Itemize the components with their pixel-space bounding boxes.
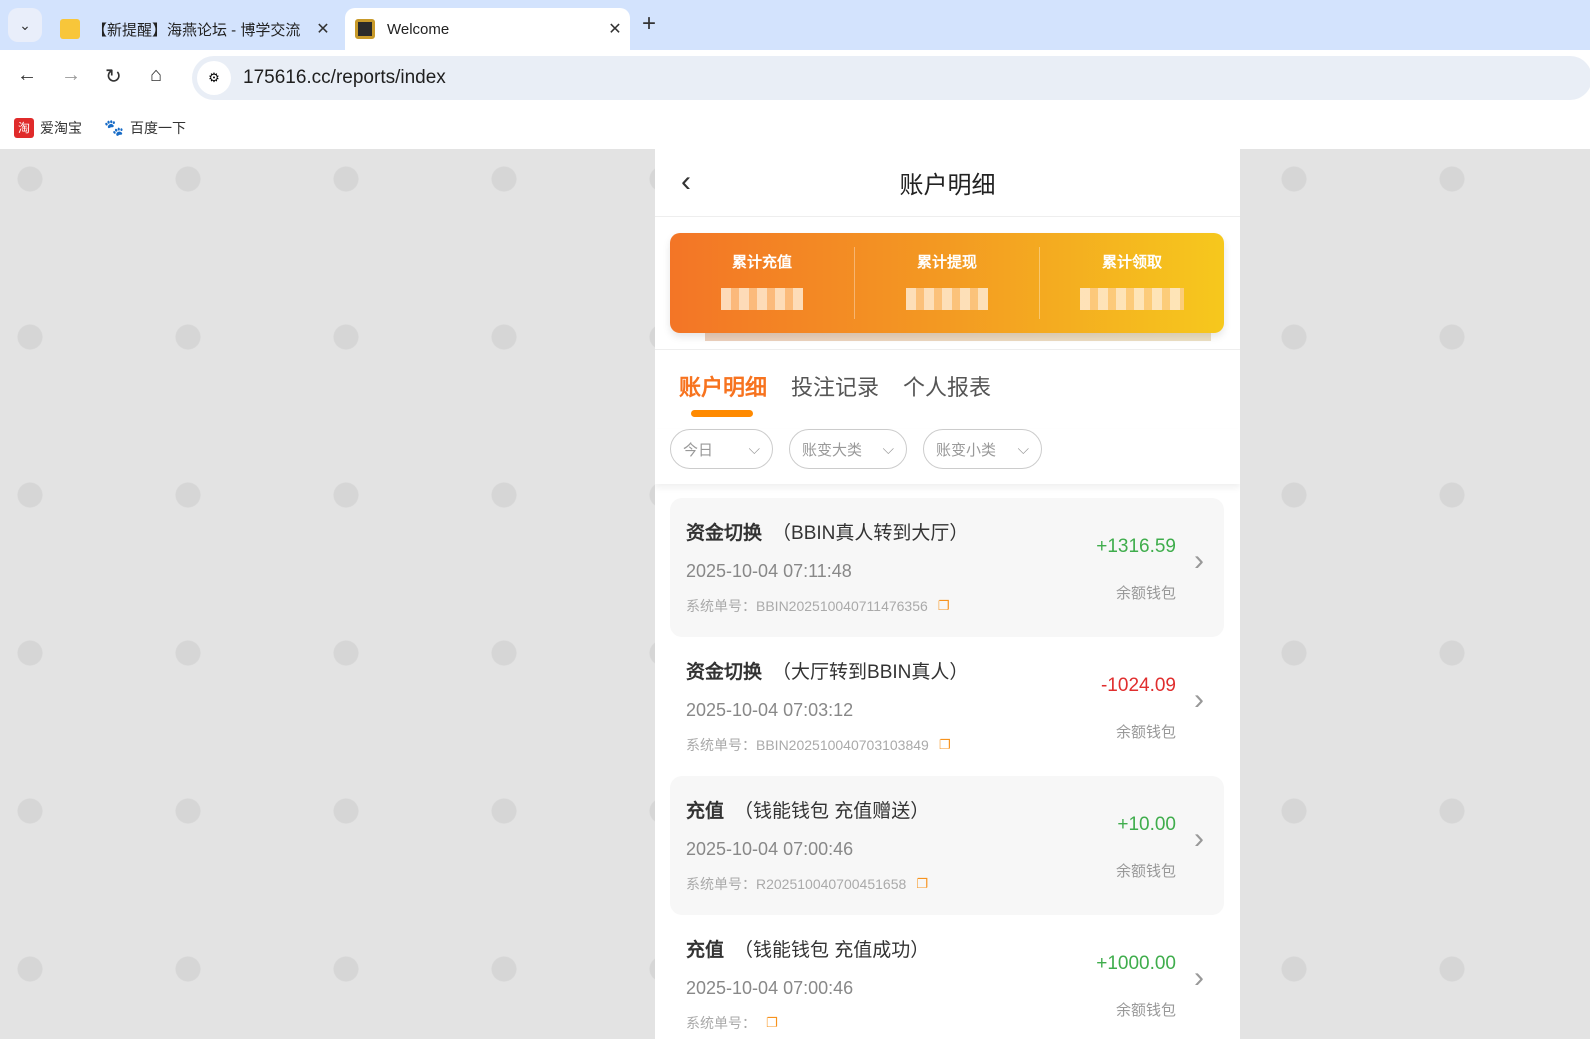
summary-card-shadow xyxy=(705,333,1211,341)
forum-favicon-icon xyxy=(60,19,80,39)
baidu-paw-icon: 🐾 xyxy=(104,119,124,137)
order-number: R202510040700451658 xyxy=(756,876,907,892)
active-tab-indicator xyxy=(691,410,753,417)
chevron-down-icon: ⌵ xyxy=(882,440,894,458)
order-number: BBIN202510040703103849 xyxy=(756,737,929,753)
close-tab-icon[interactable]: ✕ xyxy=(600,19,630,39)
back-chevron-icon[interactable]: ‹ xyxy=(681,165,691,199)
record-amount: +1316.59 xyxy=(1096,536,1176,557)
record-wallet: 余额钱包 xyxy=(1115,724,1176,741)
record-time: 2025-10-04 07:11:48 xyxy=(686,561,852,581)
mobile-app-panel: ‹ 账户明细 累计充值 累计提现 累计领取 账户明细 投注记录 个人报表 今日 ⌵… xyxy=(655,149,1240,1039)
chevron-right-icon: › xyxy=(1194,683,1204,716)
record-type: 资金切换 xyxy=(686,523,763,544)
record-time: 2025-10-04 07:00:46 xyxy=(686,839,854,859)
summary-total-claimed: 累计领取 xyxy=(1040,247,1224,319)
bookmark-label: 百度一下 xyxy=(130,119,186,136)
record-detail: （钱能钱包 充值成功） xyxy=(734,940,930,961)
summary-label: 累计提现 xyxy=(916,254,977,271)
summary-card: 累计充值 累计提现 累计领取 xyxy=(670,233,1224,333)
bookmark-baidu[interactable]: 🐾 百度一下 xyxy=(104,118,186,138)
record-item[interactable]: 充值 （钱能钱包 充值成功） 2025-10-04 07:00:46 系统单号： ❐… xyxy=(670,915,1224,1039)
tab-search-button[interactable]: ⌄ xyxy=(8,8,42,42)
browser-tab-bar: ⌄ 【新提醒】海燕论坛 - 博学交流 ✕ Welcome ✕ + xyxy=(0,0,1590,50)
order-label: 系统单号： xyxy=(686,1015,756,1031)
tab-title: 【新提醒】海燕论坛 - 博学交流 xyxy=(92,21,301,39)
filter-label: 账变小类 xyxy=(936,441,997,459)
address-bar[interactable]: ⚙ 175616.cc/reports/index xyxy=(192,56,1590,100)
chevron-right-icon: › xyxy=(1194,961,1204,994)
order-label: 系统单号： xyxy=(686,876,756,892)
copy-icon[interactable]: ❐ xyxy=(766,1015,778,1031)
blurred-value xyxy=(906,288,988,310)
order-label: 系统单号： xyxy=(686,598,756,614)
tab-personal-report[interactable]: 个人报表 xyxy=(903,370,991,402)
record-type: 资金切换 xyxy=(686,662,763,683)
tab-account-details[interactable]: 账户明细 xyxy=(679,370,767,402)
browser-tab[interactable]: 【新提醒】海燕论坛 - 博学交流 ✕ xyxy=(48,8,338,50)
date-filter-dropdown[interactable]: 今日 ⌵ xyxy=(670,429,773,469)
new-tab-button[interactable]: + xyxy=(642,10,656,38)
tab-bet-records[interactable]: 投注记录 xyxy=(791,370,879,402)
order-number: BBIN202510040711476356 xyxy=(756,598,928,614)
chevron-down-icon: ⌄ xyxy=(19,16,31,33)
record-detail: （大厅转到BBIN真人） xyxy=(772,662,969,683)
browser-toolbar: ← → ↻ ⌂ ⚙ 175616.cc/reports/index xyxy=(0,50,1590,106)
record-time: 2025-10-04 07:03:12 xyxy=(686,700,854,720)
page-header: ‹ 账户明细 xyxy=(655,149,1240,217)
record-type: 充值 xyxy=(686,801,725,822)
chevron-right-icon: › xyxy=(1194,544,1204,577)
record-time: 2025-10-04 07:00:46 xyxy=(686,978,854,998)
page-title: 账户明细 xyxy=(899,172,996,199)
taobao-icon: 淘 xyxy=(14,117,34,138)
subcategory-filter-dropdown[interactable]: 账变小类 ⌵ xyxy=(923,429,1042,469)
record-wallet: 余额钱包 xyxy=(1115,863,1176,880)
forward-arrow-icon[interactable]: → xyxy=(61,64,81,87)
site-settings-icon[interactable]: ⚙ xyxy=(197,61,231,95)
copy-icon[interactable]: ❐ xyxy=(916,876,928,892)
record-wallet: 余额钱包 xyxy=(1115,1002,1176,1019)
record-type: 充值 xyxy=(686,940,725,961)
site-favicon-icon xyxy=(355,19,375,39)
copy-icon[interactable]: ❐ xyxy=(939,737,951,753)
bookmark-aitaobao[interactable]: 淘 爱淘宝 xyxy=(14,117,82,138)
blurred-value xyxy=(721,288,803,310)
summary-total-withdraw: 累计提现 xyxy=(855,247,1040,319)
record-list: 资金切换 （BBIN真人转到大厅） 2025-10-04 07:11:48 系统单… xyxy=(670,498,1224,1039)
record-detail: （钱能钱包 充值赠送） xyxy=(734,801,930,822)
record-item[interactable]: 资金切换 （BBIN真人转到大厅） 2025-10-04 07:11:48 系统单… xyxy=(670,498,1224,637)
record-detail: （BBIN真人转到大厅） xyxy=(772,523,969,544)
reload-icon[interactable]: ↻ xyxy=(105,64,122,89)
home-icon[interactable]: ⌂ xyxy=(150,64,162,87)
main-tabs: 账户明细 投注记录 个人报表 xyxy=(655,349,1240,429)
copy-icon[interactable]: ❐ xyxy=(938,598,950,614)
bookmark-label: 爱淘宝 xyxy=(40,119,82,136)
close-tab-icon[interactable]: ✕ xyxy=(308,19,338,39)
summary-total-deposit: 累计充值 xyxy=(670,247,855,319)
browser-tab-active[interactable]: Welcome ✕ xyxy=(345,8,630,50)
record-amount: +1000.00 xyxy=(1096,953,1176,974)
bookmarks-bar: 淘 爱淘宝 🐾 百度一下 xyxy=(0,106,1590,149)
summary-label: 累计充值 xyxy=(731,254,792,271)
filter-bar: 今日 ⌵ 账变大类 ⌵ 账变小类 ⌵ xyxy=(655,429,1240,484)
filter-label: 账变大类 xyxy=(802,441,863,459)
summary-label: 累计领取 xyxy=(1101,254,1162,271)
url-text[interactable]: 175616.cc/reports/index xyxy=(243,67,446,89)
category-filter-dropdown[interactable]: 账变大类 ⌵ xyxy=(789,429,907,469)
record-item[interactable]: 资金切换 （大厅转到BBIN真人） 2025-10-04 07:03:12 系统单… xyxy=(670,637,1224,776)
tab-title: Welcome xyxy=(387,20,450,38)
order-label: 系统单号： xyxy=(686,737,756,753)
back-arrow-icon[interactable]: ← xyxy=(17,64,37,87)
chevron-down-icon: ⌵ xyxy=(1017,440,1029,458)
chevron-right-icon: › xyxy=(1194,822,1204,855)
blurred-value xyxy=(1080,288,1184,310)
chevron-down-icon: ⌵ xyxy=(748,440,760,458)
record-amount: +10.00 xyxy=(1117,814,1176,835)
filter-label: 今日 xyxy=(683,441,714,459)
record-wallet: 余额钱包 xyxy=(1115,585,1176,602)
record-item[interactable]: 充值 （钱能钱包 充值赠送） 2025-10-04 07:00:46 系统单号： R… xyxy=(670,776,1224,915)
record-amount: -1024.09 xyxy=(1100,675,1176,696)
